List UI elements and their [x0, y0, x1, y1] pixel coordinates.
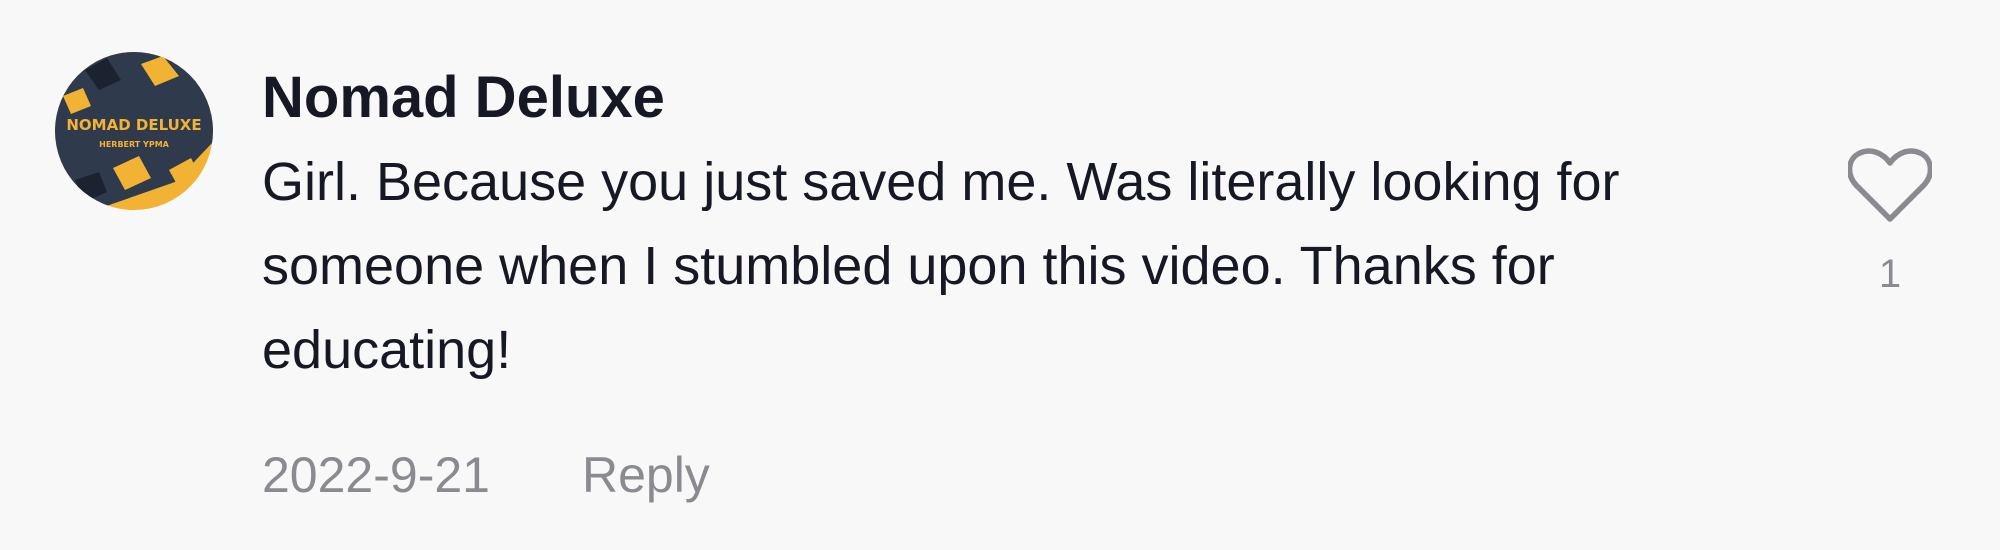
- comment-item: NOMAD DELUXE HERBERT YPMA Nomad Deluxe G…: [0, 0, 2000, 550]
- avatar-title: NOMAD DELUXE: [66, 116, 201, 134]
- avatar-subtitle: HERBERT YPMA: [99, 140, 170, 149]
- like-count: 1: [1878, 252, 1902, 296]
- heart-outline-icon[interactable]: [1846, 148, 1934, 224]
- comment-username[interactable]: Nomad Deluxe: [262, 60, 1782, 136]
- avatar[interactable]: NOMAD DELUXE HERBERT YPMA: [55, 52, 213, 210]
- comment-date: 2022-9-21: [262, 447, 490, 503]
- comment-body: Nomad Deluxe Girl. Because you just save…: [262, 60, 1782, 392]
- like-section: 1: [1846, 148, 1934, 297]
- comment-meta: 2022-9-21 Reply: [262, 440, 710, 510]
- avatar-image: NOMAD DELUXE HERBERT YPMA: [55, 52, 213, 210]
- reply-button[interactable]: Reply: [582, 446, 710, 504]
- comment-text: Girl. Because you just saved me. Was lit…: [262, 152, 1620, 380]
